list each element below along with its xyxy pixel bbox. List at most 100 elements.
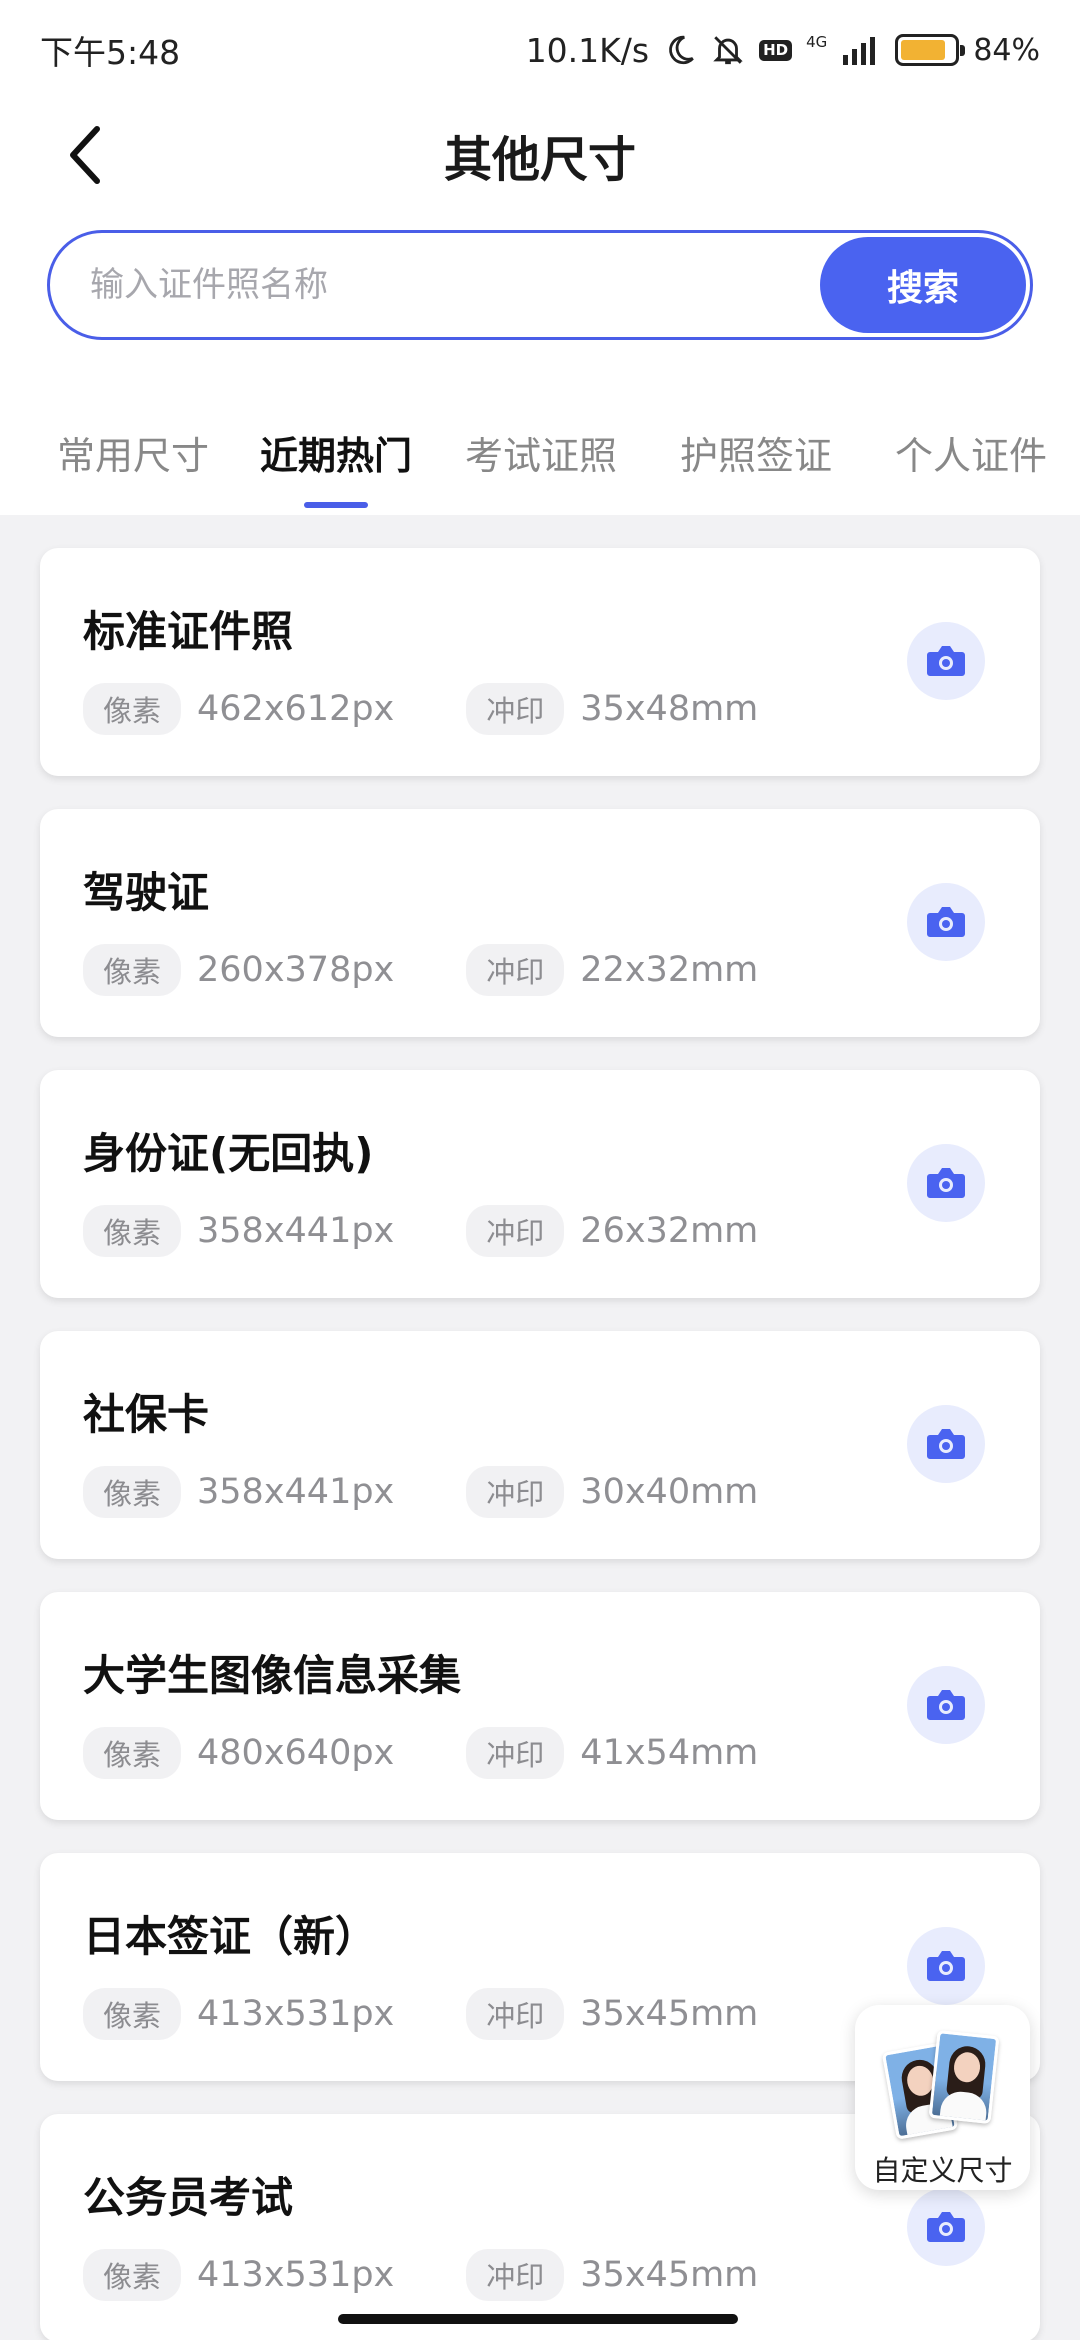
pixel-label: 像素 [83, 944, 182, 996]
status-right: 10.1K/s HD 4G 84% [526, 31, 1040, 70]
pixel-label: 像素 [83, 2249, 182, 2301]
tab-common-sizes[interactable]: 常用尺寸 [57, 425, 209, 480]
card-title: 大学生图像信息采集 [83, 1651, 462, 1700]
print-spec: 冲印 35x45mm [466, 1988, 758, 2040]
camera-icon [927, 2212, 965, 2242]
tab-exam-photos[interactable]: 考试证照 [465, 425, 617, 480]
card-title: 公务员考试 [83, 2173, 294, 2222]
pixel-spec: 像素 358x441px [83, 1205, 394, 1257]
print-label: 冲印 [466, 1466, 565, 1518]
pixel-label: 像素 [83, 1727, 182, 1779]
custom-size-label: 自定义尺寸 [872, 2154, 1013, 2187]
network-type: 4G [806, 32, 828, 51]
camera-icon [927, 646, 965, 676]
size-card[interactable]: 身份证(无回执) 像素 358x441px 冲印 26x32mm [40, 1070, 1040, 1298]
battery-percent: 84% [973, 32, 1040, 68]
chevron-left-icon [70, 126, 100, 184]
print-label: 冲印 [466, 944, 565, 996]
tab-passport-visa[interactable]: 护照签证 [680, 425, 832, 480]
camera-icon [927, 1429, 965, 1459]
card-title: 身份证(无回执) [83, 1129, 374, 1178]
tab-label: 护照签证 [680, 434, 833, 478]
spec-row: 像素 358x441px 冲印 26x32mm [83, 1205, 758, 1257]
pixel-value: 462x612px [197, 689, 395, 729]
tab-recent-hot[interactable]: 近期热门 [260, 425, 412, 508]
tab-label: 考试证照 [465, 434, 618, 478]
moon-icon [663, 33, 697, 67]
camera-button[interactable] [907, 883, 985, 961]
print-value: 22x32mm [580, 950, 759, 990]
print-spec: 冲印 35x48mm [466, 683, 758, 735]
card-title: 社保卡 [83, 1390, 210, 1439]
spec-row: 像素 480x640px 冲印 41x54mm [83, 1727, 758, 1779]
tab-personal-id[interactable]: 个人证件 [895, 425, 1047, 480]
pixel-spec: 像素 480x640px [83, 1727, 394, 1779]
spec-row: 像素 358x441px 冲印 30x40mm [83, 1466, 758, 1518]
print-value: 26x32mm [580, 1211, 759, 1251]
status-bar: 下午5:48 10.1K/s HD 4G 84% [0, 0, 1080, 100]
pixel-spec: 像素 413x531px [83, 1988, 394, 2040]
back-button[interactable] [55, 125, 115, 185]
spec-row: 像素 413x531px 冲印 35x45mm [83, 1988, 758, 2040]
net-speed: 10.1K/s [525, 30, 650, 70]
bell-off-icon [711, 33, 745, 67]
camera-button[interactable] [907, 1144, 985, 1222]
spec-row: 像素 413x531px 冲印 35x45mm [83, 2249, 758, 2301]
battery-icon [895, 34, 966, 66]
pixel-value: 358x441px [197, 1472, 395, 1512]
status-time: 下午5:48 [40, 33, 181, 72]
pixel-spec: 像素 462x612px [83, 683, 394, 735]
camera-icon [927, 1168, 965, 1198]
card-title: 驾驶证 [83, 868, 210, 917]
print-value: 35x45mm [580, 1994, 759, 2034]
camera-icon [927, 1951, 965, 1981]
page-title: 其他尺寸 [443, 132, 636, 188]
camera-button[interactable] [907, 2188, 985, 2266]
signal-icon [841, 35, 881, 65]
print-label: 冲印 [466, 683, 565, 735]
size-card[interactable]: 标准证件照 像素 462x612px 冲印 35x48mm [40, 548, 1040, 776]
pixel-value: 413x531px [197, 2255, 395, 2295]
tab-active-indicator [304, 502, 368, 508]
pixel-spec: 像素 358x441px [83, 1466, 394, 1518]
tab-label: 近期热门 [260, 434, 413, 478]
pixel-value: 358x441px [197, 1211, 395, 1251]
camera-button[interactable] [907, 622, 985, 700]
id-photos-image [881, 2023, 1003, 2143]
print-spec: 冲印 22x32mm [466, 944, 758, 996]
pixel-value: 480x640px [197, 1733, 395, 1773]
spec-row: 像素 462x612px 冲印 35x48mm [83, 683, 758, 735]
header: 其他尺寸 [0, 110, 1080, 200]
size-card[interactable]: 大学生图像信息采集 像素 480x640px 冲印 41x54mm [40, 1592, 1040, 1820]
pixel-label: 像素 [83, 1988, 182, 2040]
card-title: 标准证件照 [83, 607, 294, 656]
hd-badge: HD [759, 39, 793, 61]
search-input[interactable] [90, 265, 790, 305]
camera-icon [927, 1690, 965, 1720]
print-spec: 冲印 30x40mm [466, 1466, 758, 1518]
pixel-label: 像素 [83, 683, 182, 735]
search-button[interactable]: 搜索 [820, 237, 1026, 333]
print-spec: 冲印 35x45mm [466, 2249, 758, 2301]
home-indicator[interactable] [338, 2314, 738, 2324]
camera-button[interactable] [907, 1405, 985, 1483]
tab-label: 常用尺寸 [57, 434, 210, 478]
pixel-value: 413x531px [197, 1994, 395, 2034]
photo-front [928, 2030, 999, 2124]
print-spec: 冲印 26x32mm [466, 1205, 758, 1257]
print-label: 冲印 [466, 1988, 565, 2040]
print-label: 冲印 [466, 2249, 565, 2301]
camera-button[interactable] [907, 1927, 985, 2005]
battery-fill [901, 40, 945, 60]
size-card[interactable]: 社保卡 像素 358x441px 冲印 30x40mm [40, 1331, 1040, 1559]
print-label: 冲印 [466, 1205, 565, 1257]
print-value: 35x45mm [580, 2255, 759, 2295]
print-value: 35x48mm [580, 689, 759, 729]
camera-button[interactable] [907, 1666, 985, 1744]
custom-size-button[interactable]: 自定义尺寸 [855, 2005, 1030, 2190]
tab-label: 个人证件 [895, 434, 1048, 478]
pixel-value: 260x378px [197, 950, 395, 990]
print-label: 冲印 [466, 1727, 565, 1779]
size-card[interactable]: 驾驶证 像素 260x378px 冲印 22x32mm [40, 809, 1040, 1037]
print-value: 30x40mm [580, 1472, 759, 1512]
